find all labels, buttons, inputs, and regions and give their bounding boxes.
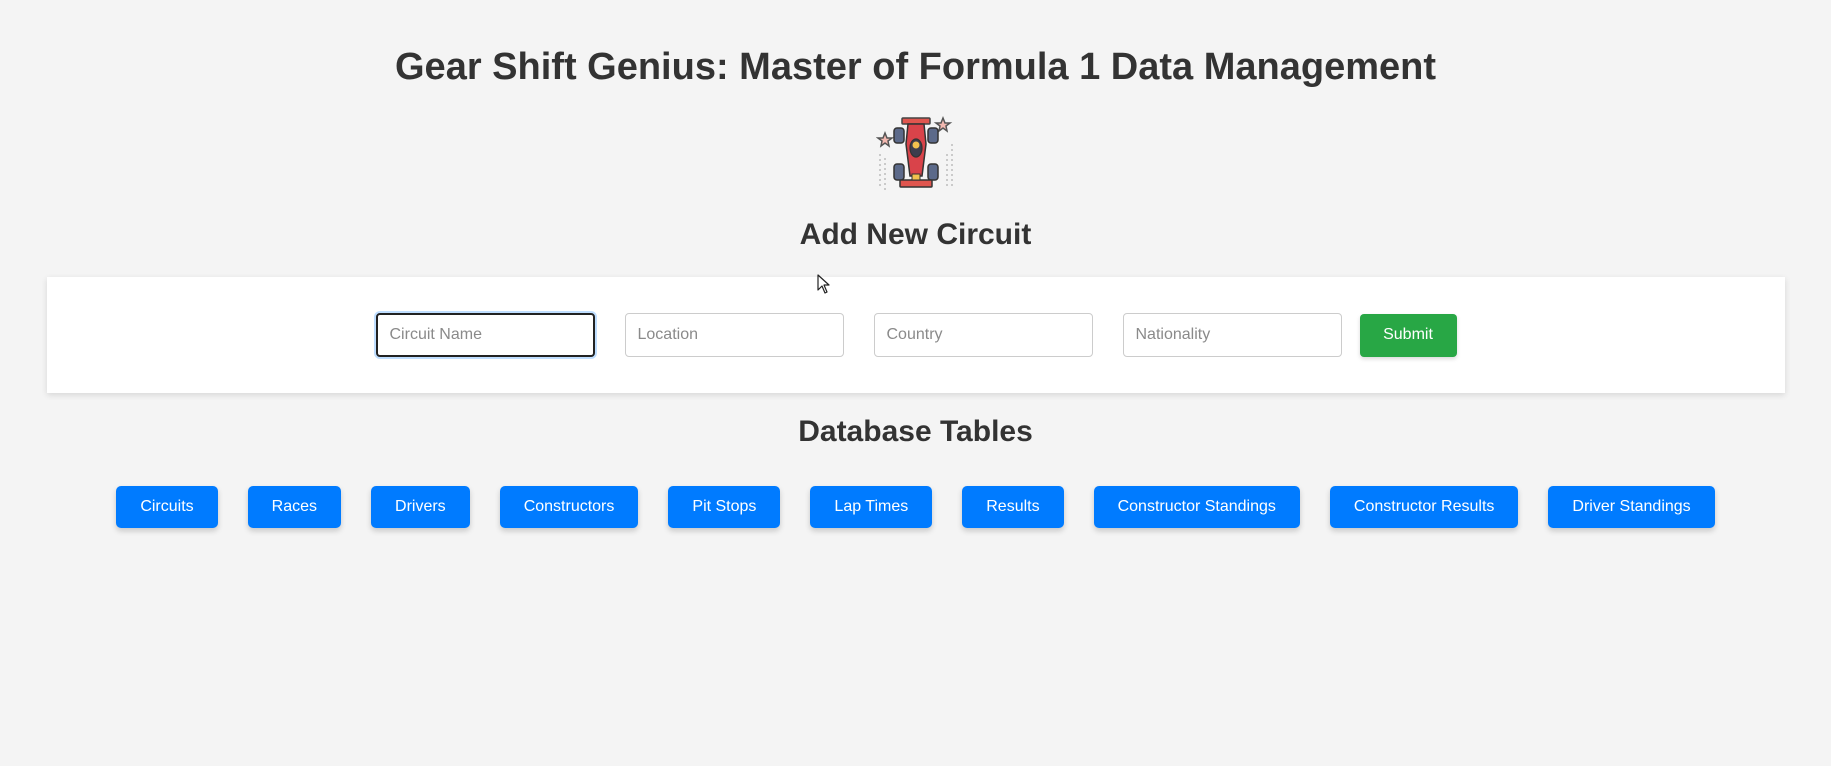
mouse-cursor-icon — [817, 274, 830, 294]
form-title: Add New Circuit — [799, 218, 1032, 251]
circuits-button[interactable]: Circuits — [116, 486, 218, 528]
form-row: Submit — [47, 313, 1785, 357]
constructor-standings-button[interactable]: Constructor Standings — [1093, 486, 1300, 528]
database-tables-nav: Circuits Races Drivers Constructors Pit … — [0, 486, 1831, 528]
races-button[interactable]: Races — [247, 486, 342, 528]
add-circuit-form: Submit — [47, 277, 1785, 393]
location-input[interactable] — [624, 313, 844, 357]
pit-stops-button[interactable]: Pit Stops — [668, 486, 781, 528]
submit-button[interactable]: Submit — [1359, 313, 1457, 357]
lap-times-button[interactable]: Lap Times — [810, 486, 933, 528]
country-input[interactable] — [873, 313, 1093, 357]
driver-standings-button[interactable]: Driver Standings — [1548, 486, 1715, 528]
race-car-icon — [876, 115, 953, 190]
circuit-name-input[interactable] — [375, 313, 595, 357]
constructors-button[interactable]: Constructors — [499, 486, 639, 528]
nationality-input[interactable] — [1122, 313, 1342, 357]
constructor-results-button[interactable]: Constructor Results — [1329, 486, 1519, 528]
drivers-button[interactable]: Drivers — [371, 486, 470, 528]
page-title: Gear Shift Genius: Master of Formula 1 D… — [395, 46, 1436, 88]
tables-title: Database Tables — [798, 415, 1033, 448]
results-button[interactable]: Results — [962, 486, 1064, 528]
